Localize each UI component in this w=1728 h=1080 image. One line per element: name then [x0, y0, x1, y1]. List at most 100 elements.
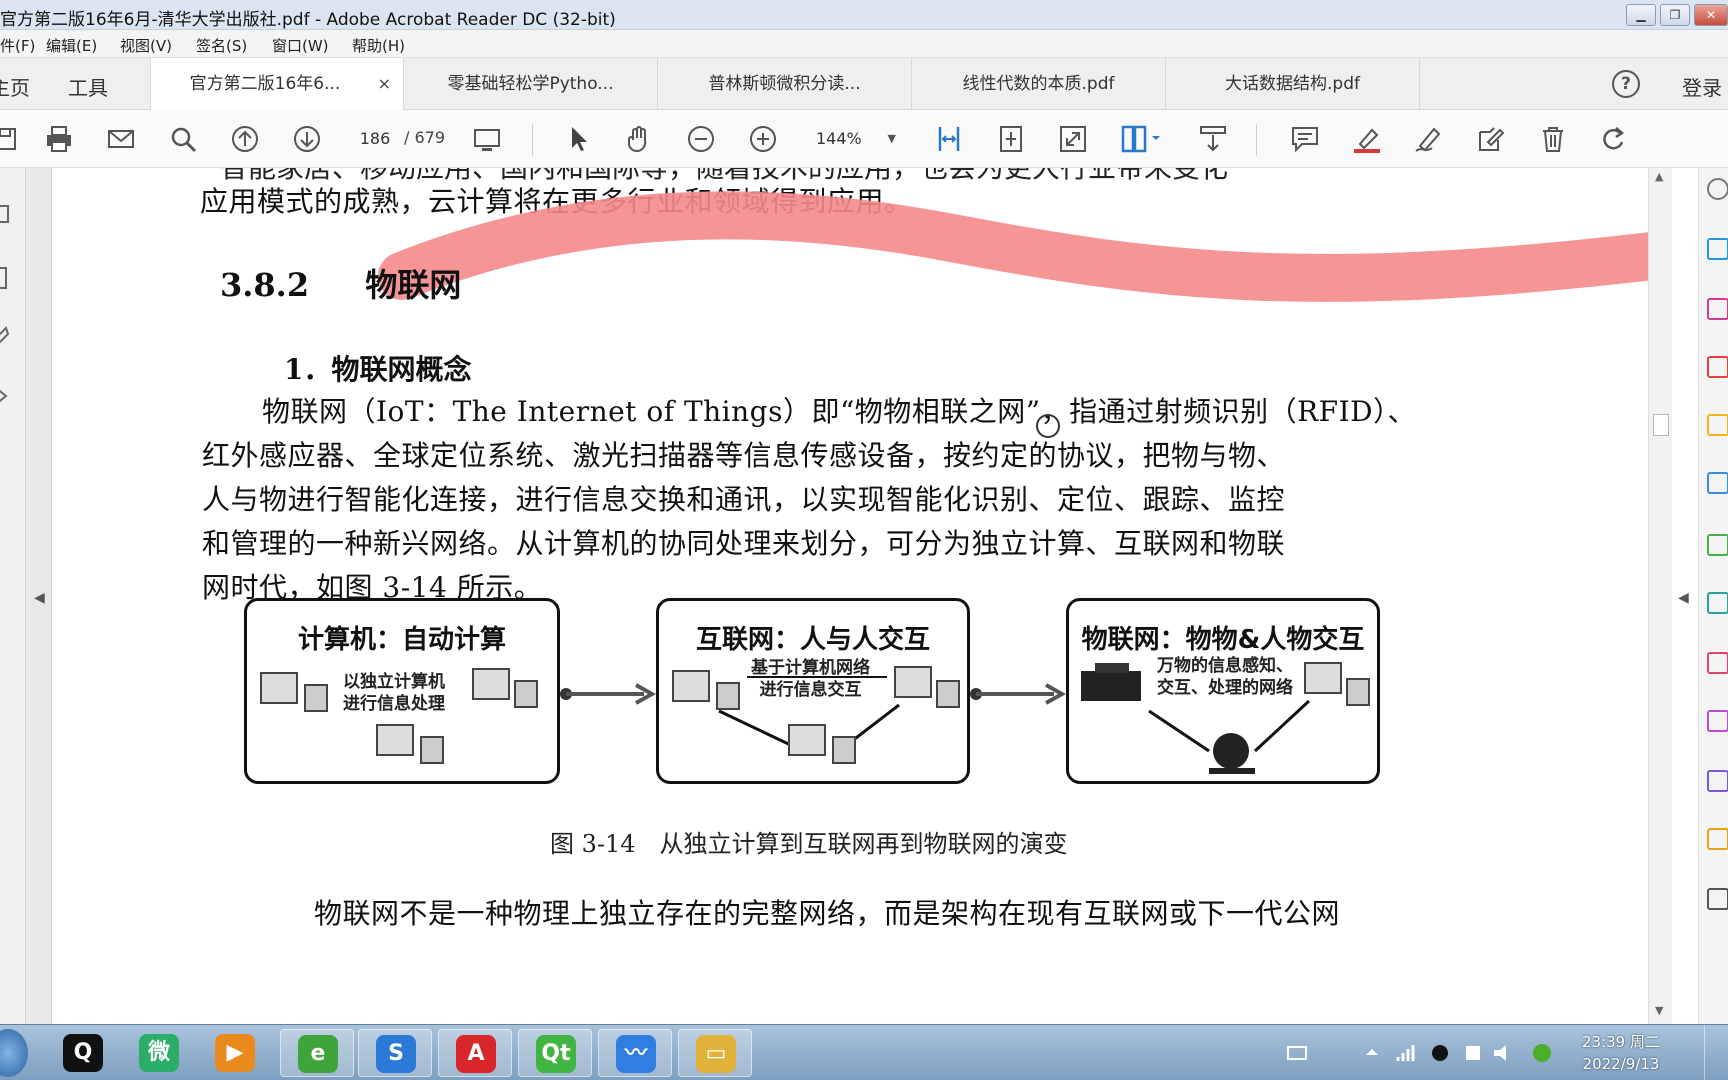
edit-icon[interactable] [1476, 124, 1506, 154]
figure-3-14: 计算机：自动计算 以独立计算机 进行信息处理 互联网：人与人交互 基于计算机网络… [244, 598, 1484, 828]
tab-document-4[interactable]: 线性代数的本质.pdf [912, 58, 1166, 110]
figure-box-iot: 物联网：物物&人物交互 万物的信息感知、 交互、处理的网络 [1066, 598, 1380, 784]
toolbar: 186 / 679 144% ▼ [0, 110, 1728, 168]
collapse-right-icon[interactable]: ◀ [1678, 590, 1689, 606]
taskbar-app-acrobat[interactable]: A [438, 1029, 512, 1077]
page-down-icon[interactable] [292, 124, 322, 154]
search-icon[interactable] [168, 124, 198, 154]
fit-width-icon[interactable] [934, 124, 964, 154]
vertical-scrollbar[interactable]: ▲ ▼ [1648, 168, 1672, 1024]
browser-icon: e [298, 1035, 338, 1073]
send-for-signature-icon[interactable] [1707, 710, 1728, 732]
page-display-icon[interactable] [472, 124, 502, 154]
figure-box-internet: 互联网：人与人交互 基于计算机网络 进行信息交互 [656, 598, 970, 784]
start-button[interactable] [0, 1029, 28, 1077]
taskbar-app-qq[interactable]: Q [46, 1029, 120, 1077]
collapse-left-icon[interactable]: ◀ [34, 590, 45, 606]
nav-home[interactable]: 主页 [0, 72, 30, 101]
tab-document-2[interactable]: 零基础轻松学Pytho... [404, 58, 658, 110]
select-icon[interactable] [564, 124, 594, 154]
taskbar-app-browser[interactable]: e [280, 1029, 354, 1077]
zoom-value: 144% [816, 129, 862, 148]
delete-icon[interactable] [1538, 124, 1568, 154]
tab-bar: 主页 工具 官方第二版16年6... × 零基础轻松学Pytho... 普林斯顿… [0, 58, 1728, 110]
combine-files-icon[interactable] [1707, 472, 1728, 494]
toolbar-divider [532, 124, 533, 156]
scroll-mode-icon[interactable] [1198, 124, 1228, 154]
comment-tool-icon[interactable] [1707, 414, 1728, 436]
sign-icon[interactable] [1414, 124, 1444, 154]
scroll-thumb[interactable] [1653, 414, 1669, 436]
login-link[interactable]: 登录 [1682, 72, 1722, 101]
feishu-icon: 〰 [616, 1035, 656, 1073]
menu-file[interactable]: 件(F) [0, 35, 35, 56]
fit-page-icon[interactable] [996, 124, 1026, 154]
scroll-up-icon[interactable]: ▲ [1655, 170, 1663, 183]
tab-document-1[interactable]: 官方第二版16年6... × [150, 58, 404, 110]
create-pdf-icon[interactable] [1707, 298, 1728, 320]
menu-window[interactable]: 窗口(W) [272, 35, 329, 56]
show-desktop-button[interactable] [1704, 1025, 1728, 1080]
scroll-down-icon[interactable]: ▼ [1655, 1004, 1663, 1017]
tab-label: 大话数据结构.pdf [1225, 74, 1360, 94]
protect-icon[interactable] [1707, 770, 1728, 792]
search-tool-icon[interactable] [1707, 178, 1728, 200]
more-tools-icon[interactable] [1707, 828, 1728, 850]
section-number: 3.8.2 [220, 266, 310, 304]
chevron-down-icon: ▼ [887, 132, 896, 145]
save-icon[interactable] [0, 124, 20, 154]
document-view[interactable]: 智能家居、移动应用、国内和国际等，随着技术的应用，也会为更大行业带来变化 应用模… [52, 168, 1648, 1024]
zoom-out-icon[interactable] [686, 124, 716, 154]
tab-label: 官方第二版16年6... [189, 74, 341, 94]
clock-time: 23:39 周二 [1582, 1033, 1660, 1051]
paragraph-line: 和管理的一种新兴网络。从计算机的协同处理来划分，可分为独立计算、互联网和物联 [202, 527, 1286, 560]
menu-help[interactable]: 帮助(H) [352, 35, 405, 56]
qt-icon: Qt [536, 1035, 576, 1073]
menu-sign[interactable]: 签名(S) [196, 35, 247, 56]
highlight-icon[interactable] [1352, 124, 1382, 154]
edit-pdf-icon[interactable] [1707, 356, 1728, 378]
export-pdf-icon[interactable] [1707, 238, 1728, 260]
zoom-select[interactable]: 144% ▼ [808, 126, 898, 152]
taskbar-app-sogou[interactable]: S [358, 1029, 432, 1077]
tab-document-5[interactable]: 大话数据结构.pdf [1166, 58, 1420, 110]
hand-icon[interactable] [624, 124, 654, 154]
email-icon[interactable] [106, 124, 136, 154]
taskbar-app-qt[interactable]: Qt [518, 1029, 592, 1077]
full-screen-icon[interactable] [1058, 124, 1088, 154]
taskbar-app-media-player[interactable]: ▶ [198, 1029, 272, 1077]
comment-icon[interactable] [1290, 124, 1320, 154]
undo-icon[interactable] [1598, 124, 1628, 154]
tools-pane [1698, 168, 1728, 1024]
tab-label: 线性代数的本质.pdf [962, 74, 1115, 94]
print-icon[interactable] [44, 124, 74, 154]
restore-button[interactable]: ❐ [1660, 4, 1690, 26]
menu-view[interactable]: 视图(V) [120, 35, 172, 56]
toolbar-divider [1256, 124, 1257, 156]
tab-label: 普林斯顿微积分读... [708, 74, 861, 94]
help-icon[interactable]: ? [1612, 70, 1640, 98]
clock-date: 2022/9/13 [1582, 1055, 1660, 1073]
zoom-in-icon[interactable] [748, 124, 778, 154]
tab-document-3[interactable]: 普林斯顿微积分读... [658, 58, 912, 110]
taskbar-app-feishu[interactable]: 〰 [598, 1029, 672, 1077]
system-clock[interactable]: 23:39 周二 2022/9/13 [1582, 1031, 1660, 1075]
close-tab-icon[interactable]: × [378, 58, 391, 110]
arrow-right-icon [970, 683, 1066, 705]
section-heading: 3.8.2 物联网 [220, 260, 461, 306]
page-up-icon[interactable] [230, 124, 260, 154]
page-layout-icon[interactable] [1120, 124, 1166, 154]
organize-pages-icon[interactable] [1707, 534, 1728, 556]
menu-edit[interactable]: 编辑(E) [46, 35, 97, 56]
minimize-button[interactable]: ▁ [1626, 4, 1656, 26]
taskbar-app-wechat[interactable]: 微 [122, 1029, 196, 1077]
page-number-input[interactable]: 186 [350, 126, 400, 152]
fill-sign-icon[interactable] [1707, 652, 1728, 674]
wechat-icon: 微 [139, 1034, 179, 1072]
nav-tools[interactable]: 工具 [68, 72, 108, 101]
taskbar-app-explorer[interactable]: ▭ [678, 1029, 752, 1077]
computer-illustration [260, 668, 538, 764]
compress-icon[interactable] [1707, 592, 1728, 614]
tool-icon[interactable] [1707, 888, 1728, 910]
close-window-button[interactable]: ✕ [1694, 4, 1728, 26]
